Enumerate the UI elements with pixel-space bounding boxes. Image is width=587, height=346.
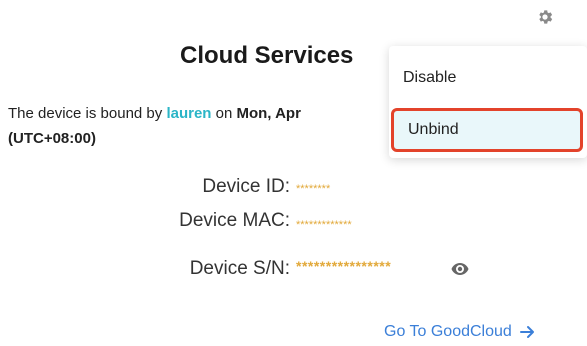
device-mac-value: ************* — [296, 219, 352, 231]
arrow-right-icon — [519, 326, 534, 338]
settings-dropdown-menu: Disable Unbind — [389, 46, 587, 158]
eye-icon — [451, 263, 469, 275]
binding-prefix: The device is bound by — [8, 105, 167, 122]
device-sn-label: Device S/N: — [189, 258, 290, 279]
gear-icon — [539, 10, 553, 24]
binding-mid: on — [211, 105, 237, 122]
device-mac-label: Device MAC: — [179, 210, 290, 231]
page-title: Cloud Services — [180, 42, 354, 69]
binding-info: The device is bound by lauren on Mon, Ap… — [8, 100, 388, 128]
toggle-visibility-button[interactable] — [451, 262, 469, 276]
binding-timezone: (UTC+08:00) — [8, 130, 96, 147]
bound-user-link[interactable]: lauren — [166, 105, 211, 122]
device-id-label: Device ID: — [202, 176, 290, 197]
menu-item-unbind[interactable]: Unbind — [391, 108, 583, 152]
settings-gear-button[interactable] — [534, 6, 556, 28]
device-sn-value: **************** — [296, 258, 392, 274]
binding-date: Mon, Apr — [236, 105, 301, 122]
goto-goodcloud-link[interactable]: Go To GoodCloud — [384, 323, 536, 341]
device-id-value: ******** — [296, 183, 331, 195]
menu-item-disable[interactable]: Disable — [389, 58, 581, 98]
menu-item-label: Unbind — [408, 121, 459, 138]
goto-goodcloud-label: Go To GoodCloud — [384, 323, 512, 340]
menu-item-label: Disable — [403, 69, 457, 86]
